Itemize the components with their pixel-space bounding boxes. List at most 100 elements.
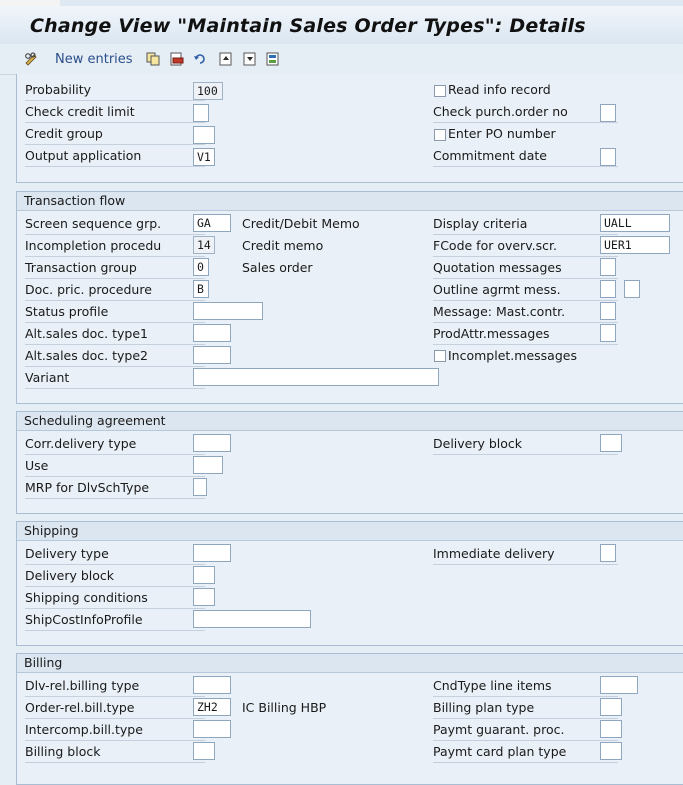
delivery-type-field[interactable]	[193, 544, 231, 562]
shipping-conditions-label: Shipping conditions	[25, 587, 205, 609]
select-icon	[266, 52, 280, 66]
select-button[interactable]	[266, 50, 280, 68]
incomplet-messages-label: Incomplet.messages	[448, 348, 577, 363]
check-credit-limit-label: Check credit limit	[25, 101, 205, 123]
shipping-title: Shipping	[24, 523, 79, 538]
probability-label: Probability	[25, 79, 205, 101]
transaction-group-field[interactable]: 0	[193, 258, 209, 276]
cndtype-line-items-label: CndType line items	[433, 675, 618, 697]
output-application-field[interactable]: V1	[193, 148, 215, 166]
dlv-rel-billing-type-field[interactable]	[193, 676, 231, 694]
copy-button[interactable]	[146, 50, 160, 68]
scheduling-agreement-group: Scheduling agreement Corr.delivery type …	[16, 411, 683, 514]
billing-plan-type-label: Billing plan type	[433, 697, 618, 719]
billing-block-field[interactable]	[193, 742, 215, 760]
mrp-dlvschtype-field[interactable]	[193, 478, 207, 496]
order-rel-bill-type-field[interactable]: ZH2	[193, 698, 231, 716]
shipping-conditions-field[interactable]	[193, 588, 215, 606]
alt-sales-doc-type2-field[interactable]	[193, 346, 231, 364]
corr-delivery-type-field[interactable]	[193, 434, 231, 452]
delivery-type-label: Delivery type	[25, 543, 205, 565]
credit-group-field[interactable]	[193, 126, 215, 144]
variant-field[interactable]	[193, 368, 439, 386]
outline-agreement-messages-field-2[interactable]	[624, 280, 640, 298]
scheduling-delivery-block-field[interactable]	[600, 434, 622, 452]
incompletion-procedure-field[interactable]: 14	[193, 236, 215, 254]
cndtype-line-items-field[interactable]	[600, 676, 638, 694]
alt-sales-doc-type2-label: Alt.sales doc. type2	[25, 345, 205, 367]
screen-sequence-label: Screen sequence grp.	[25, 213, 205, 235]
alt-sales-doc-type1-field[interactable]	[193, 324, 231, 342]
undo-button[interactable]	[193, 50, 207, 68]
billing-plan-type-field[interactable]	[600, 698, 622, 716]
billing-block-label: Billing block	[25, 741, 205, 763]
status-profile-label: Status profile	[25, 301, 205, 323]
message-master-contract-field[interactable]	[600, 302, 616, 320]
top-strip-right	[60, 0, 683, 6]
prodattr-messages-field[interactable]	[600, 324, 616, 342]
alt-sales-doc-type1-label: Alt.sales doc. type1	[25, 323, 205, 345]
scheduling-agreement-header: Scheduling agreement	[17, 412, 683, 431]
transaction-group-label: Transaction group	[25, 257, 205, 279]
dlv-rel-billing-type-label: Dlv-rel.billing type	[25, 675, 205, 697]
output-application-label: Output application	[25, 145, 205, 167]
paymt-card-plan-type-field[interactable]	[600, 742, 622, 760]
shipping-delivery-block-field[interactable]	[193, 566, 215, 584]
incompletion-procedure-label: Incompletion procedu	[25, 235, 205, 257]
check-credit-limit-field[interactable]	[193, 104, 209, 122]
doc-pricing-procedure-label: Doc. pric. procedure	[25, 279, 205, 301]
incomplet-messages-checkbox[interactable]	[434, 350, 446, 362]
next-entry-button[interactable]	[243, 50, 257, 68]
fcode-overview-label: FCode for overv.scr.	[433, 235, 618, 257]
new-entries-button[interactable]: New entries	[24, 50, 133, 68]
intercomp-bill-type-field[interactable]	[193, 720, 231, 738]
enter-po-number-label: Enter PO number	[448, 126, 556, 141]
delete-button[interactable]	[170, 50, 184, 68]
read-info-record-checkbox[interactable]	[434, 85, 446, 97]
paymt-guarant-proc-field[interactable]	[600, 720, 622, 738]
paymt-guarant-proc-label: Paymt guarant. proc.	[433, 719, 618, 741]
title-bar: Change View "Maintain Sales Order Types"…	[0, 0, 683, 44]
use-label: Use	[25, 455, 205, 477]
screen-sequence-description: Credit/Debit Memo	[242, 216, 360, 231]
top-strip-left	[0, 0, 60, 6]
check-purch-order-field[interactable]	[600, 104, 616, 122]
paymt-card-plan-type-label: Paymt card plan type	[433, 741, 618, 763]
outline-agreement-messages-field[interactable]	[600, 280, 616, 298]
next-entry-icon	[243, 52, 257, 66]
commitment-date-field[interactable]	[600, 148, 616, 166]
previous-entry-icon	[219, 52, 233, 66]
undo-icon	[193, 52, 207, 66]
status-profile-field[interactable]	[193, 302, 263, 320]
glasses-pencil-icon	[24, 52, 38, 66]
immediate-delivery-field[interactable]	[600, 544, 616, 562]
order-rel-bill-type-description: IC Billing HBP	[242, 700, 327, 715]
application-toolbar: New entries	[0, 44, 683, 75]
use-field[interactable]	[193, 456, 223, 474]
page-title: Change View "Maintain Sales Order Types"…	[30, 15, 586, 37]
previous-entry-button[interactable]	[219, 50, 233, 68]
screen-sequence-field[interactable]: GA	[193, 214, 231, 232]
probability-field[interactable]: 100	[193, 82, 223, 100]
enter-po-number-checkbox[interactable]	[434, 129, 446, 141]
shipping-delivery-block-label: Delivery block	[25, 565, 205, 587]
billing-header: Billing	[17, 654, 683, 673]
display-criteria-field[interactable]: UALL	[600, 214, 670, 232]
fcode-overview-field[interactable]: UER1	[600, 236, 670, 254]
shipcost-info-profile-field[interactable]	[193, 610, 311, 628]
copy-icon	[146, 52, 160, 66]
outline-agreement-messages-label: Outline agrmt mess.	[433, 279, 618, 301]
immediate-delivery-label: Immediate delivery	[433, 543, 618, 565]
doc-pricing-procedure-field[interactable]: B	[193, 280, 209, 298]
read-info-record-label: Read info record	[448, 82, 551, 97]
scheduling-delivery-block-label: Delivery block	[433, 433, 618, 455]
scheduling-agreement-title: Scheduling agreement	[24, 413, 166, 428]
intercomp-bill-type-label: Intercomp.bill.type	[25, 719, 205, 741]
new-entries-label: New entries	[55, 51, 133, 67]
credit-group-label: Credit group	[25, 123, 205, 145]
quotation-messages-field[interactable]	[600, 258, 616, 276]
transaction-flow-header: Transaction flow	[17, 192, 683, 211]
top-strip	[0, 0, 683, 8]
corr-delivery-type-label: Corr.delivery type	[25, 433, 205, 455]
billing-group: Billing Dlv-rel.billing type Order-rel.b…	[16, 653, 683, 785]
